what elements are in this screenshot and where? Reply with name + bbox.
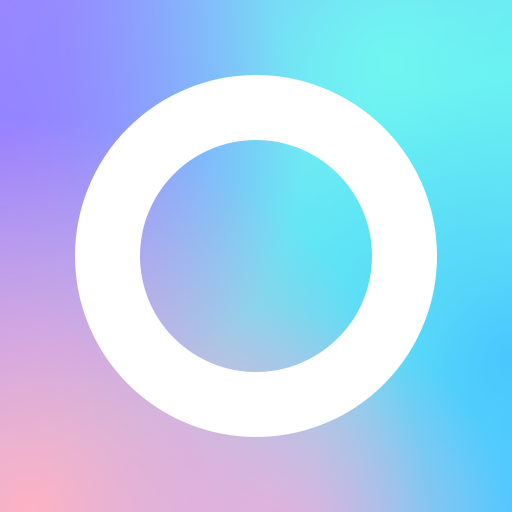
ring-icon [75,75,437,437]
app-icon[interactable] [0,0,512,512]
ring-shape [75,75,437,437]
